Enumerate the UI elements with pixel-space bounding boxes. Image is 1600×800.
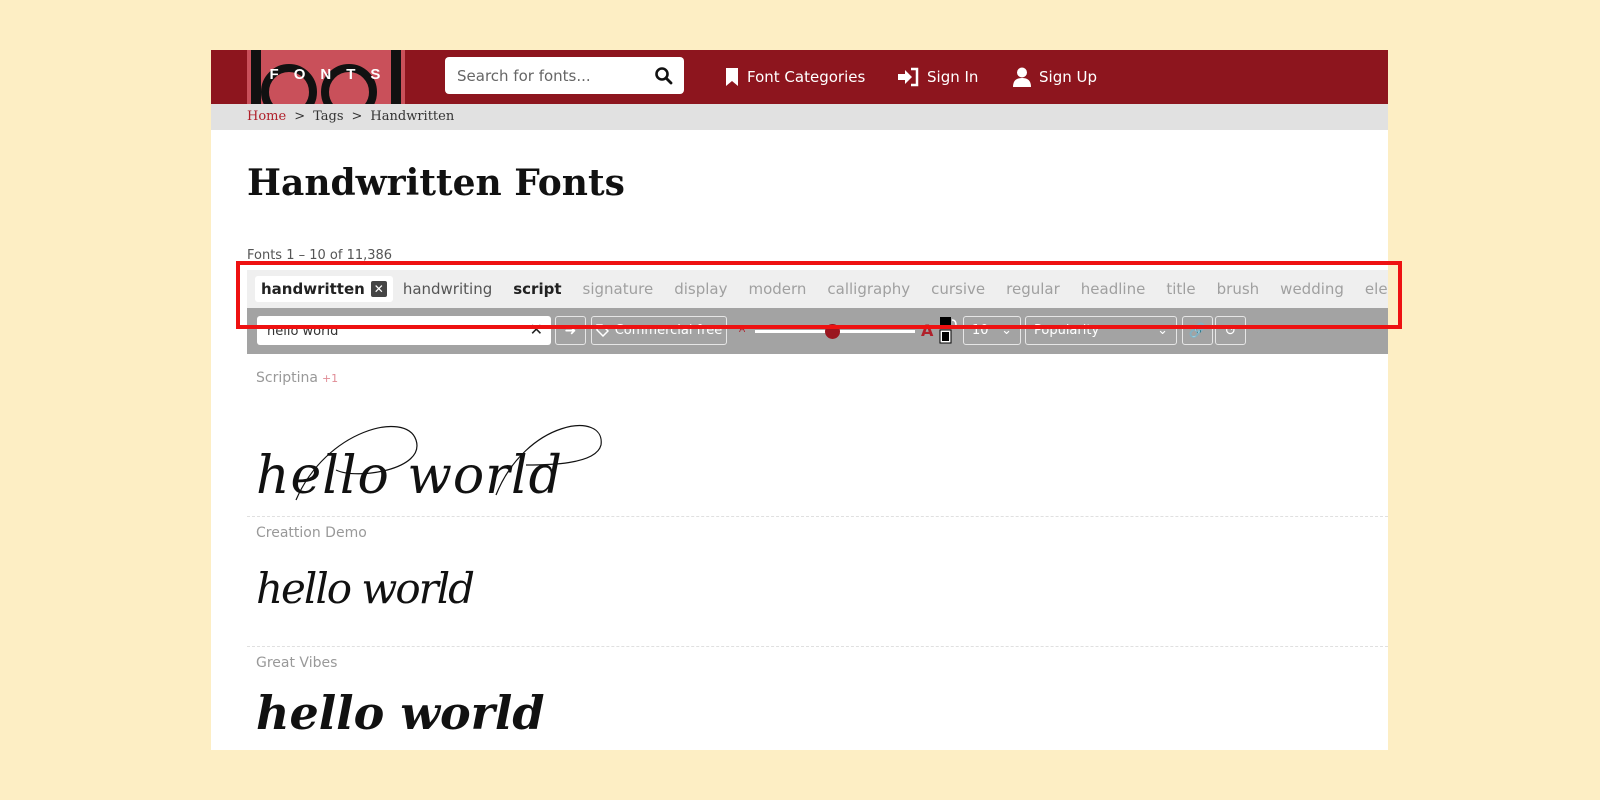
tag-signature[interactable]: signature	[583, 280, 654, 298]
breadcrumb-current: Handwritten	[370, 109, 455, 124]
top-bar: F O N T S Font Categories	[211, 50, 1388, 104]
breadcrumb-separator: >	[294, 109, 306, 124]
font-preview[interactable]: hello world	[256, 686, 545, 740]
size-small-icon: A	[739, 325, 746, 335]
font-name-label: Great Vibes	[256, 655, 338, 671]
chevron-down-icon: ⌄	[1001, 323, 1012, 338]
font-name[interactable]: Scriptina +1	[256, 370, 338, 386]
nav-label: Sign Up	[1039, 68, 1097, 86]
site-logo[interactable]: F O N T S	[247, 50, 405, 104]
font-list-item: Scriptina +1 hello world	[247, 370, 1388, 517]
tag-regular[interactable]: regular	[1006, 280, 1060, 298]
font-name-label: Creattion Demo	[256, 525, 367, 541]
commercial-free-button[interactable]: Commercial free	[591, 316, 727, 345]
breadcrumb-separator: >	[351, 109, 363, 124]
logo-letter: S	[370, 66, 383, 83]
logo-letter: T	[346, 66, 358, 83]
per-page-select[interactable]: 10 ⌄	[963, 316, 1021, 345]
sort-select[interactable]: Popularity ⌄	[1025, 316, 1177, 345]
breadcrumb: Home > Tags > Handwritten	[211, 104, 1388, 130]
logo-letter: F	[269, 66, 281, 83]
tag-filter-bar: handwritten ✕ handwriting script signatu…	[247, 270, 1388, 308]
active-tag-handwritten[interactable]: handwritten ✕	[255, 276, 393, 302]
tag-cursive[interactable]: cursive	[931, 280, 985, 298]
nav-sign-in[interactable]: Sign In	[897, 64, 978, 90]
logo-letter: N	[320, 66, 334, 83]
font-preview[interactable]: hello world	[256, 564, 475, 613]
page-title: Handwritten Fonts	[247, 162, 625, 204]
tag-calligraphy[interactable]: calligraphy	[827, 280, 910, 298]
user-icon	[1013, 67, 1031, 87]
font-variants-badge[interactable]: +1	[322, 372, 338, 385]
slider-handle[interactable]	[824, 324, 840, 339]
sort-value: Popularity	[1034, 323, 1100, 338]
chevron-down-icon: ⌄	[1157, 323, 1168, 338]
font-list-item: Creattion Demo hello world	[247, 516, 1388, 647]
logo-letters: F O N T S	[247, 66, 405, 83]
tag-headline[interactable]: headline	[1081, 280, 1146, 298]
tag-wedding[interactable]: wedding	[1280, 280, 1344, 298]
font-sample-text: hello world	[256, 564, 475, 613]
font-size-slider[interactable]	[755, 324, 915, 339]
nav-sign-up[interactable]: Sign Up	[1013, 64, 1097, 90]
tag-brush[interactable]: brush	[1217, 280, 1260, 298]
page: F O N T S Font Categories	[211, 50, 1388, 750]
nav-font-categories[interactable]: Font Categories	[725, 64, 865, 90]
reset-icon: ↺	[1224, 322, 1237, 339]
clear-text-icon[interactable]: ✕	[530, 320, 543, 339]
per-page-value: 10	[972, 323, 989, 338]
font-name[interactable]: Creattion Demo	[256, 525, 367, 541]
preview-toolbar: ✕ ➜ Commercial free A A 10 ⌄ Popula	[247, 308, 1388, 354]
breadcrumb-home[interactable]: Home	[247, 109, 286, 124]
apply-text-button[interactable]: ➜	[555, 316, 586, 345]
logo-letter: O	[293, 66, 308, 83]
result-count: Fonts 1 – 10 of 11,386	[247, 248, 393, 263]
search-input[interactable]	[455, 65, 649, 87]
tag-icon	[595, 324, 609, 337]
font-sample-text: hello world	[256, 686, 545, 740]
preview-text-input[interactable]	[265, 321, 519, 341]
breadcrumb-tags[interactable]: Tags	[313, 109, 343, 124]
tag-title[interactable]: title	[1166, 280, 1195, 298]
font-search	[445, 57, 684, 94]
preview-text-field: ✕	[257, 316, 551, 345]
link-icon: 🔗	[1188, 322, 1207, 339]
color-swap-icon[interactable]	[939, 316, 957, 346]
remove-tag-icon[interactable]: ✕	[370, 281, 387, 297]
size-large-icon: A	[921, 321, 934, 340]
tag-script[interactable]: script	[513, 280, 561, 298]
font-preview[interactable]: hello world	[256, 410, 602, 506]
tag-elegant[interactable]: elegant	[1365, 280, 1388, 298]
apply-arrow-icon: ➜	[564, 322, 577, 339]
font-name-label: Scriptina	[256, 370, 318, 386]
sign-in-icon	[898, 67, 919, 87]
active-tag-label: handwritten	[261, 280, 365, 298]
nav-label: Sign In	[927, 68, 979, 86]
search-icon[interactable]	[654, 66, 674, 86]
tag-handwriting[interactable]: handwriting	[403, 280, 492, 298]
font-name[interactable]: Great Vibes	[256, 655, 337, 671]
reset-button[interactable]: ↺	[1215, 316, 1246, 345]
font-sample-text: hello world	[256, 446, 563, 506]
bookmark-icon	[726, 68, 738, 86]
link-button[interactable]: 🔗	[1182, 316, 1213, 345]
tag-display[interactable]: display	[674, 280, 727, 298]
tag-modern[interactable]: modern	[748, 280, 806, 298]
commercial-free-label: Commercial free	[614, 323, 723, 338]
nav-label: Font Categories	[747, 68, 866, 86]
font-list-item: Great Vibes hello world	[247, 646, 1388, 750]
